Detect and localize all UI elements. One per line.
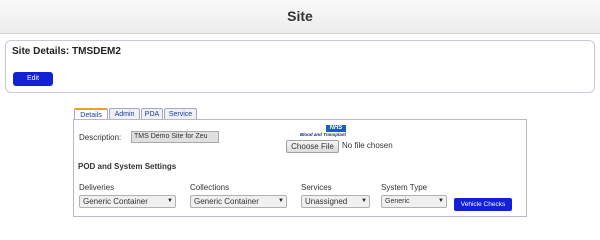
page-header: Site (0, 0, 600, 34)
pod-settings-heading: POD and System Settings (78, 162, 177, 171)
deliveries-select-value: Generic Container (83, 197, 148, 206)
description-label: Description: (79, 133, 122, 142)
collections-select-value: Generic Container (194, 197, 259, 206)
nhs-badge: NHS (326, 125, 346, 132)
collections-label: Collections (190, 183, 230, 192)
page-title: Site (287, 8, 313, 24)
site-details-panel: Site Details: TMSDEM2 Edit (5, 40, 595, 93)
vehicle-checks-button[interactable]: Vehicle Checks (454, 198, 512, 211)
collections-select[interactable]: Generic Container ▼ (190, 195, 287, 208)
site-details-title: Site Details: TMSDEM2 (12, 46, 121, 57)
services-label: Services (301, 183, 332, 192)
deliveries-select[interactable]: Generic Container ▼ (79, 195, 176, 208)
chevron-down-icon: ▼ (438, 198, 444, 204)
tab-details[interactable]: Details (74, 108, 108, 119)
services-select-value: Unassigned (305, 197, 348, 206)
system-type-label: System Type (381, 183, 428, 192)
system-type-select-value: Generic (385, 198, 410, 205)
tab-admin[interactable]: Admin (109, 108, 140, 119)
edit-button[interactable]: Edit (13, 72, 53, 86)
chevron-down-icon: ▼ (167, 198, 173, 204)
chevron-down-icon: ▼ (361, 198, 367, 204)
chevron-down-icon: ▼ (278, 198, 284, 204)
deliveries-label: Deliveries (79, 183, 115, 192)
logo-caption: Blood and Transplant (299, 132, 346, 137)
system-type-select[interactable]: Generic ▼ (381, 195, 447, 208)
choose-file-button[interactable]: Choose File (286, 140, 339, 153)
services-select[interactable]: Unassigned ▼ (301, 195, 370, 208)
file-status-text: No file chosen (342, 141, 393, 150)
tab-pda[interactable]: PDA (141, 108, 163, 119)
description-field[interactable]: TMS Demo Site for Zeu (131, 131, 219, 143)
tab-service[interactable]: Service (164, 108, 197, 119)
nhs-blood-transplant-logo: NHS Blood and Transplant (288, 125, 346, 139)
